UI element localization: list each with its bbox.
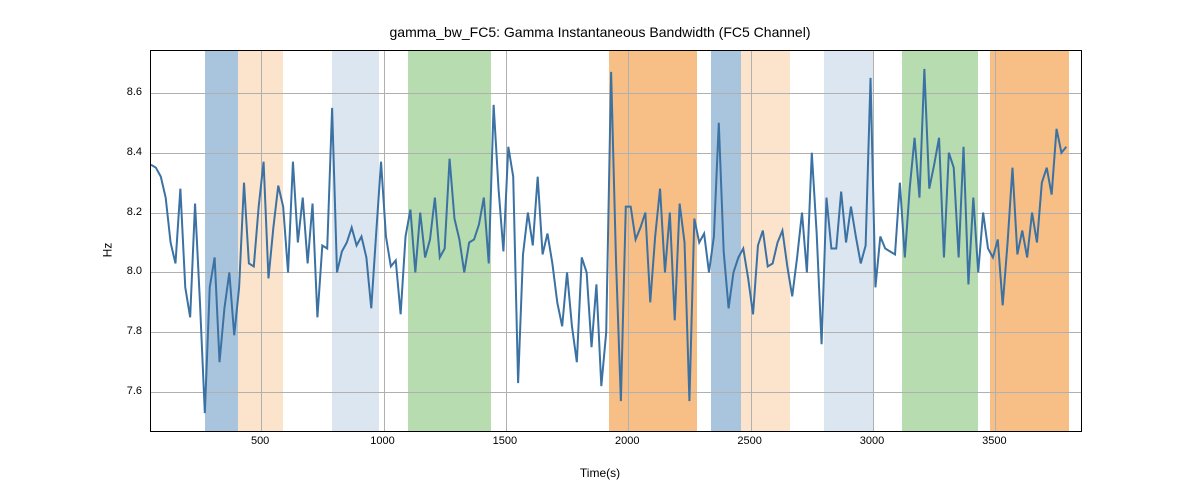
y-axis-label: Hz xyxy=(100,243,114,258)
chart-title: gamma_bw_FC5: Gamma Instantaneous Bandwi… xyxy=(390,24,811,40)
line-series xyxy=(151,51,1081,431)
x-tick-label: 1000 xyxy=(370,435,394,447)
x-tick-label: 1500 xyxy=(493,435,517,447)
y-tick-label: 7.8 xyxy=(112,325,142,337)
x-tick-label: 3500 xyxy=(982,435,1006,447)
plot-area xyxy=(150,50,1082,432)
y-tick-label: 8.0 xyxy=(112,265,142,277)
x-tick-label: 500 xyxy=(251,435,269,447)
x-tick-label: 2000 xyxy=(615,435,639,447)
chart-container: gamma_bw_FC5: Gamma Instantaneous Bandwi… xyxy=(0,0,1200,500)
x-tick-label: 3000 xyxy=(860,435,884,447)
y-tick-label: 8.4 xyxy=(112,146,142,158)
y-tick-label: 8.6 xyxy=(112,86,142,98)
x-axis-label: Time(s) xyxy=(580,466,620,480)
x-tick-label: 2500 xyxy=(737,435,761,447)
y-tick-label: 8.2 xyxy=(112,206,142,218)
y-tick-label: 7.6 xyxy=(112,385,142,397)
